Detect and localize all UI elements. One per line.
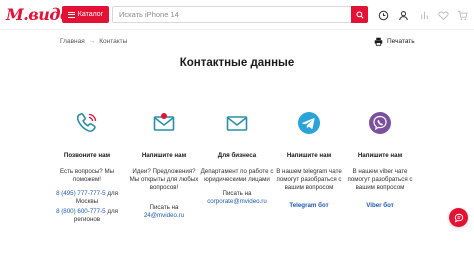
contact-column-viber: Напишите нам В нашем viber чате помогут … xyxy=(343,108,417,209)
column-heading: Напишите нам xyxy=(141,152,187,159)
contact-column-email: Напишите нам Идеи? Предложения? Мы откры… xyxy=(127,108,201,220)
column-heading: Позвоните нам xyxy=(63,152,111,159)
viber-icon xyxy=(369,112,391,134)
breadcrumb-separator: → xyxy=(88,38,96,45)
write-to-label: Писать на xyxy=(149,204,179,211)
phone-link-regions[interactable]: 8 (800) 600-777-5 xyxy=(56,208,106,215)
chat-button[interactable] xyxy=(449,208,468,227)
column-heading: Для бизнеса xyxy=(217,152,257,159)
catalog-button-label: Каталог xyxy=(77,11,104,18)
orders-icon[interactable] xyxy=(377,9,389,21)
phone-icon xyxy=(76,112,97,132)
user-icon[interactable] xyxy=(397,9,409,21)
compare-icon[interactable] xyxy=(418,9,430,21)
menu-icon xyxy=(67,11,75,18)
search-bar xyxy=(112,6,368,23)
chat-icon xyxy=(454,213,463,223)
print-label: Печатать xyxy=(387,38,415,45)
write-to-label: Писать на xyxy=(222,190,252,197)
breadcrumb-home[interactable]: Главная xyxy=(60,38,85,45)
telegram-bot-link[interactable]: Telegram бот xyxy=(272,202,346,209)
favorites-icon[interactable] xyxy=(437,9,449,21)
column-description: Идеи? Предложения? Мы открыты для любых … xyxy=(129,168,199,191)
breadcrumb-current: Контакты xyxy=(99,38,128,45)
contact-column-phone: Позвоните нам Есть вопросы? Мы поможем! … xyxy=(50,108,124,224)
search-icon xyxy=(355,10,364,19)
telegram-icon xyxy=(298,112,320,134)
viber-bot-link[interactable]: Viber бот xyxy=(343,202,417,209)
column-description: В нашем telegram чате помогут разобратьс… xyxy=(276,168,342,191)
contact-column-business: Для бизнеса Департамент по работе с юрид… xyxy=(200,108,274,206)
phone-link-moscow[interactable]: 8 (495) 777-777-5 xyxy=(56,190,106,197)
mail-icon xyxy=(153,113,175,131)
printer-icon xyxy=(374,37,383,46)
mail-icon xyxy=(226,116,248,131)
column-description: Департамент по работе с юридическими лиц… xyxy=(200,168,274,183)
search-button[interactable] xyxy=(351,6,368,23)
page-title: Контактные данные xyxy=(179,57,295,69)
catalog-button[interactable]: Каталог xyxy=(62,6,109,23)
column-heading: Напишите нам xyxy=(286,152,332,159)
email-link[interactable]: corporate@mvideo.ru xyxy=(207,198,267,205)
search-input[interactable] xyxy=(113,7,343,22)
column-heading: Напишите нам xyxy=(357,152,403,159)
cart-icon[interactable] xyxy=(456,9,468,21)
column-description: В нашем viber чате помогут разобраться с… xyxy=(347,168,413,191)
contact-column-telegram: Напишите нам В нашем telegram чате помог… xyxy=(272,108,346,209)
email-link[interactable]: 24@mvideo.ru xyxy=(144,212,184,219)
print-button[interactable]: Печатать xyxy=(374,37,415,46)
site-header: М.видео Каталог xyxy=(0,0,474,30)
column-description: Есть вопросы? Мы поможем! xyxy=(59,168,115,183)
breadcrumb: Главная → Контакты xyxy=(60,38,127,45)
